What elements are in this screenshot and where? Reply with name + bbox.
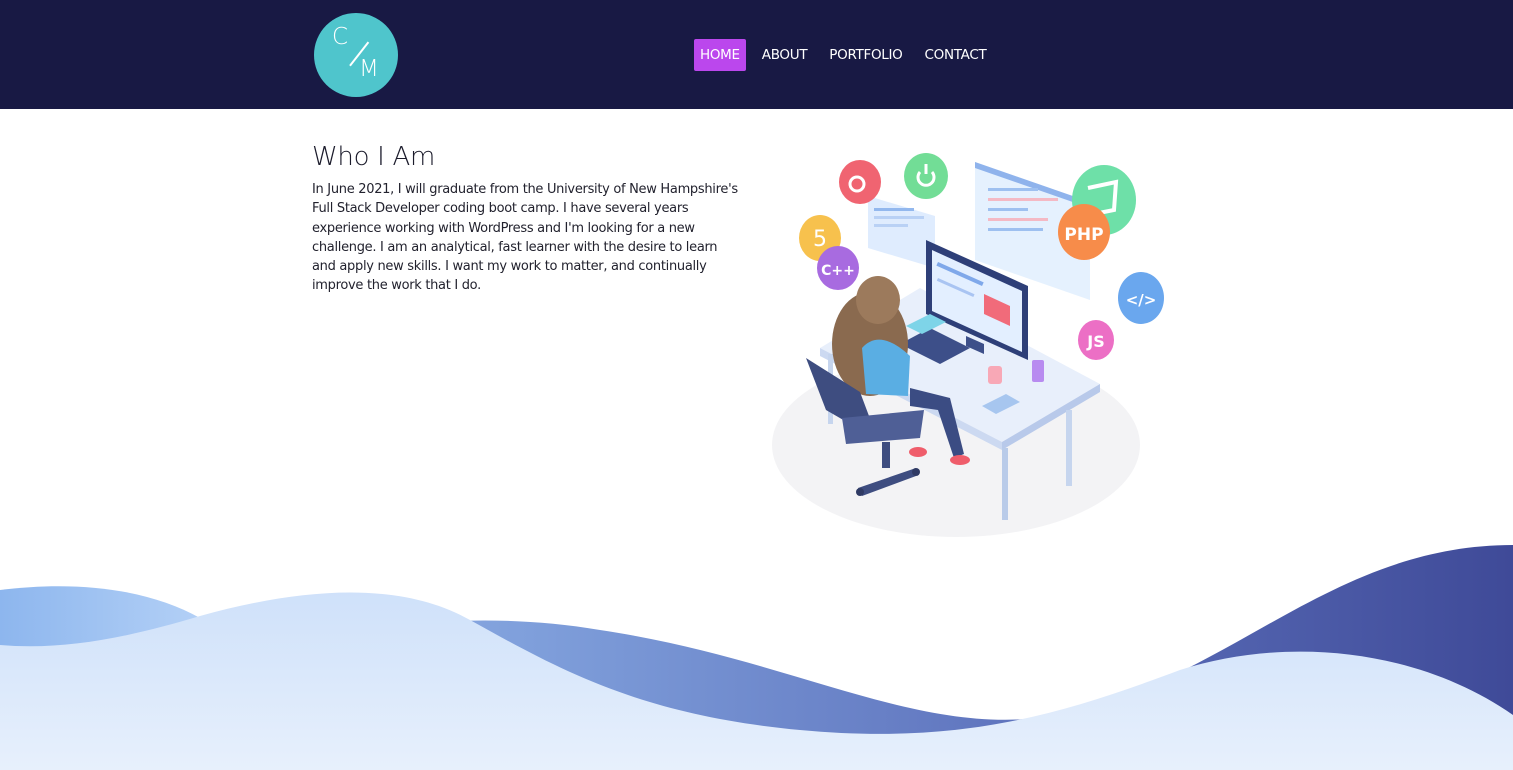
js-badge: JS (1078, 320, 1114, 360)
nav-contact[interactable]: CONTACT (919, 39, 993, 71)
html5-badge-label: 5 (813, 227, 827, 252)
nav-home[interactable]: HOME (694, 39, 746, 71)
developer-illustration: 5 C++ PHP </> JS (772, 153, 1164, 537)
power-badge (904, 153, 948, 199)
pencil-cup (1032, 360, 1044, 382)
cpp-badge: C++ (817, 246, 859, 290)
logo-letter-c: C (332, 24, 349, 50)
nav-portfolio[interactable]: PORTFOLIO (823, 39, 908, 71)
about-paragraph: In June 2021, I will graduate from the U… (312, 182, 738, 294)
gear-badge (839, 160, 881, 204)
code-panel-left (868, 196, 935, 268)
nav-about[interactable]: ABOUT (756, 39, 814, 71)
logo-letter-m: M (359, 56, 379, 82)
main-nav: HOME ABOUT PORTFOLIO CONTACT (694, 39, 1002, 71)
page-title: Who I Am (312, 142, 436, 172)
php-badge: PHP (1058, 204, 1110, 260)
code-badge: </> (1118, 272, 1164, 324)
mug (988, 366, 1002, 384)
js-badge-label: JS (1086, 332, 1104, 351)
footer-waves (0, 545, 1513, 770)
logo[interactable]: C M (314, 13, 398, 97)
cpp-badge-label: C++ (821, 263, 855, 279)
site-header: C M HOME ABOUT PORTFOLIO CONTACT (0, 0, 1513, 109)
code-badge-label: </> (1126, 291, 1157, 309)
php-badge-label: PHP (1064, 225, 1103, 245)
